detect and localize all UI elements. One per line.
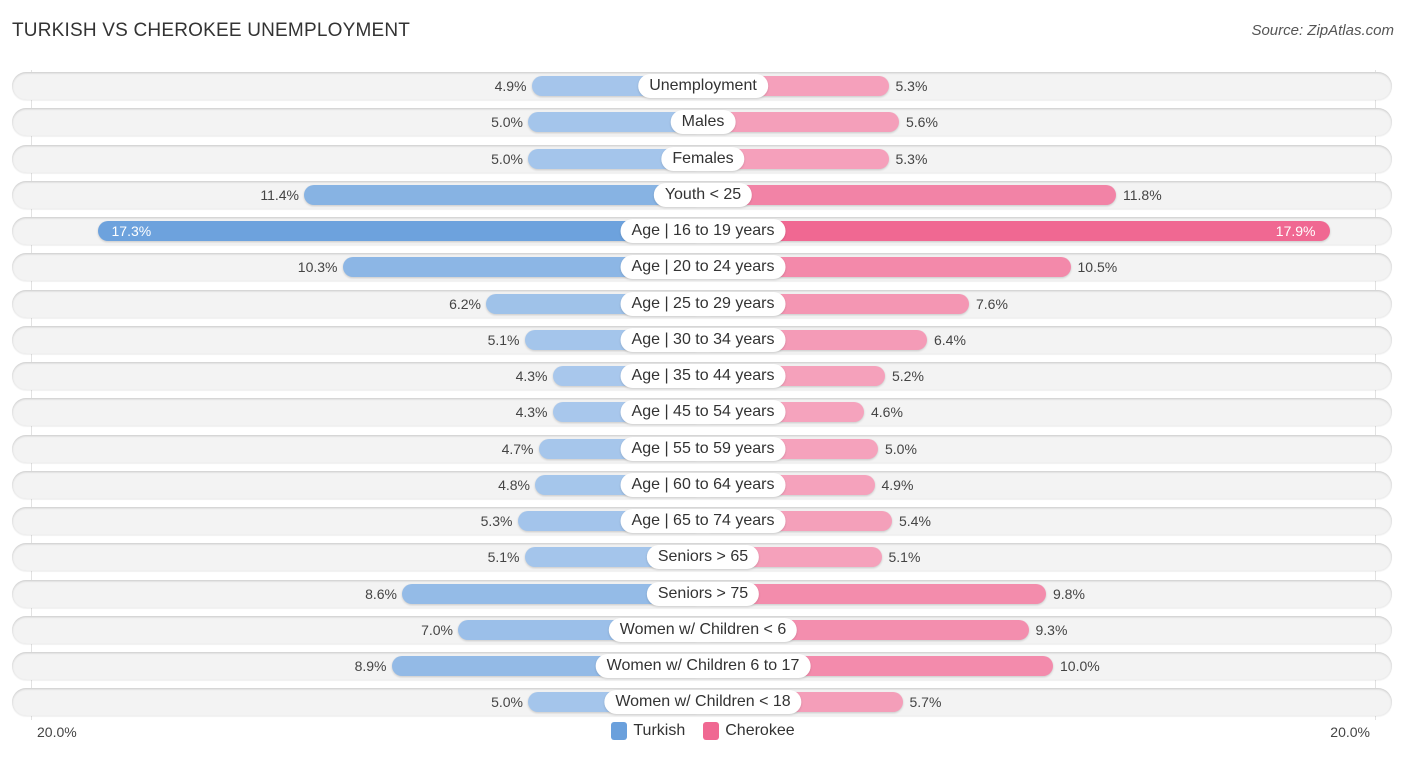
value-label-turkish: 17.3% <box>111 223 152 239</box>
category-label: Age | 16 to 19 years <box>620 219 786 243</box>
value-label-cherokee: 5.7% <box>909 694 942 711</box>
category-label: Women w/ Children 6 to 17 <box>595 654 811 678</box>
value-label-turkish: 4.9% <box>494 78 527 94</box>
legend-item-turkish[interactable]: Turkish <box>611 722 685 740</box>
bar-cherokee[interactable] <box>703 221 1330 241</box>
category-label: Age | 35 to 44 years <box>620 364 786 388</box>
value-label-cherokee: 11.8% <box>1123 186 1162 203</box>
category-label: Age | 55 to 59 years <box>620 436 786 461</box>
value-label-cherokee: 4.6% <box>871 404 903 421</box>
category-label: Age | 20 to 24 years <box>620 255 786 280</box>
value-label-turkish: 5.0% <box>491 150 523 167</box>
value-label-cherokee: 5.2% <box>892 368 924 384</box>
category-label: Women w/ Children < 6 <box>608 617 798 642</box>
legend-swatch-cherokee <box>703 722 720 740</box>
value-label-cherokee: 5.6% <box>906 114 938 131</box>
value-label-turkish: 4.3% <box>515 368 548 384</box>
value-label-turkish: 4.7% <box>501 440 534 457</box>
value-label-cherokee: 10.0% <box>1060 658 1100 674</box>
value-label-turkish: 4.8% <box>498 476 530 493</box>
value-label-turkish: 6.2% <box>449 295 481 312</box>
value-label-turkish: 5.3% <box>480 513 513 529</box>
diverging-bar-chart: 4.9% 5.3% Unemployment 5.0% 5.6% Males 5.0% 5.3… <box>0 0 1406 757</box>
value-label-turkish: 5.0% <box>491 694 523 711</box>
value-label-turkish: 4.3% <box>515 404 548 421</box>
value-label-turkish: 8.6% <box>365 585 397 602</box>
value-label-cherokee: 9.3% <box>1035 621 1068 638</box>
value-label-cherokee: 5.0% <box>885 440 917 457</box>
category-label: Youth < 25 <box>653 182 753 207</box>
category-label: Age | 65 to 74 years <box>620 509 786 533</box>
legend-item-cherokee[interactable]: Cherokee <box>703 722 795 740</box>
category-label: Seniors > 75 <box>646 581 760 606</box>
legend-label-turkish: Turkish <box>633 722 686 739</box>
value-label-cherokee: 5.3% <box>895 150 928 167</box>
value-label-turkish: 5.1% <box>487 331 520 348</box>
category-label: Unemployment <box>638 74 768 98</box>
value-label-cherokee: 5.3% <box>895 78 928 94</box>
bar-turkish[interactable] <box>304 184 703 205</box>
value-label-cherokee: 5.4% <box>899 513 931 529</box>
category-label: Females <box>661 146 745 171</box>
legend: Turkish Cherokee <box>0 722 1406 740</box>
category-label: Women w/ Children < 18 <box>604 690 802 715</box>
category-label: Age | 60 to 64 years <box>620 472 786 497</box>
value-label-turkish: 11.4% <box>260 186 299 203</box>
category-label: Seniors > 65 <box>646 545 760 570</box>
bar-turkish[interactable] <box>97 221 703 241</box>
bar-cherokee[interactable] <box>703 184 1116 205</box>
value-label-cherokee: 6.4% <box>934 331 966 348</box>
value-label-turkish: 7.0% <box>421 621 453 638</box>
value-label-cherokee: 7.6% <box>976 295 1008 312</box>
legend-swatch-turkish <box>611 722 628 740</box>
value-label-cherokee: 17.9% <box>1275 223 1316 239</box>
legend-label-cherokee: Cherokee <box>725 722 795 739</box>
value-label-turkish: 5.0% <box>491 114 523 131</box>
value-label-cherokee: 5.1% <box>888 549 921 566</box>
category-label: Males <box>670 110 736 135</box>
value-label-turkish: 5.1% <box>487 549 520 566</box>
value-label-turkish: 8.9% <box>354 658 387 674</box>
value-label-cherokee: 4.9% <box>881 476 914 493</box>
value-label-turkish: 10.3% <box>297 259 338 276</box>
category-label: Age | 45 to 54 years <box>620 400 786 425</box>
category-label: Age | 25 to 29 years <box>620 291 786 316</box>
value-label-cherokee: 9.8% <box>1053 585 1085 602</box>
category-label: Age | 30 to 34 years <box>620 327 786 352</box>
value-label-cherokee: 10.5% <box>1077 259 1118 276</box>
